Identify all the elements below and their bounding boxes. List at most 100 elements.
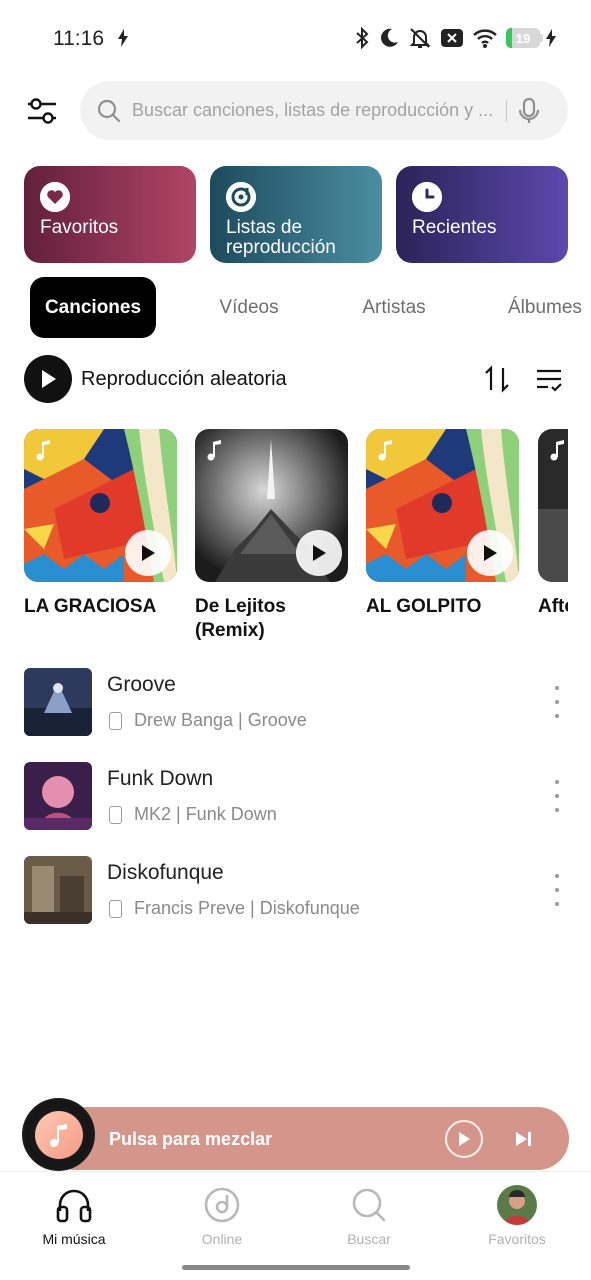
battery-level: 19 bbox=[515, 30, 531, 46]
local-file-icon bbox=[109, 899, 122, 918]
album-play-button[interactable] bbox=[467, 530, 513, 576]
song-thumbnail bbox=[24, 668, 92, 736]
status-bar: 11:16 19 bbox=[0, 0, 591, 80]
album-card[interactable]: AL GOLPITO bbox=[366, 429, 519, 619]
search-input[interactable] bbox=[132, 100, 502, 121]
album-card[interactable]: De Lejitos (Remix) bbox=[195, 429, 348, 643]
nav-label: Online bbox=[201, 1231, 243, 1247]
album-title: Afterparty bbox=[538, 596, 568, 617]
nav-label: Favoritos bbox=[488, 1231, 546, 1247]
song-row[interactable]: Funk Down MK2 | Funk Down bbox=[24, 762, 569, 830]
search-divider bbox=[506, 99, 507, 122]
song-subtitle: Francis Preve | Diskofunque bbox=[107, 898, 360, 919]
favorites-card[interactable]: Favoritos bbox=[24, 166, 196, 263]
sliders-icon bbox=[28, 98, 56, 124]
local-file-icon bbox=[109, 711, 122, 730]
disc-icon bbox=[202, 1185, 242, 1225]
playlist-disc-icon bbox=[226, 182, 256, 212]
mini-player-label: Pulsa para mezclar bbox=[109, 1129, 273, 1149]
song-row[interactable]: Groove Drew Banga | Groove bbox=[24, 668, 569, 736]
song-title: Funk Down bbox=[107, 767, 214, 790]
bell-off-icon bbox=[409, 28, 431, 48]
filter-settings-button[interactable] bbox=[22, 93, 62, 129]
search-icon bbox=[97, 99, 121, 122]
next-track-icon[interactable] bbox=[513, 1129, 535, 1149]
bottom-nav-divider bbox=[0, 1171, 591, 1172]
album-title: AL GOLPITO bbox=[366, 596, 482, 617]
no-sim-icon bbox=[441, 29, 463, 47]
recent-carousel: LA GRACIOSA De Lejitos (Remix) AL GOLPIT… bbox=[0, 429, 568, 649]
search-icon bbox=[349, 1185, 389, 1225]
music-note-icon bbox=[49, 1123, 67, 1147]
mini-player-disc[interactable] bbox=[22, 1098, 95, 1171]
list-select-icon[interactable] bbox=[534, 365, 564, 395]
more-options-icon[interactable] bbox=[547, 874, 567, 906]
mini-player-play-button[interactable] bbox=[445, 1120, 483, 1158]
album-cover[interactable] bbox=[195, 429, 348, 582]
tab-videos[interactable]: Vídeos bbox=[196, 277, 302, 338]
album-cover[interactable] bbox=[366, 429, 519, 582]
charging-bolt-icon bbox=[118, 29, 128, 47]
clock-icon bbox=[412, 182, 442, 212]
song-title: Diskofunque bbox=[107, 861, 224, 884]
avatar bbox=[497, 1185, 537, 1225]
recents-card[interactable]: Recientes bbox=[396, 166, 568, 263]
album-cover[interactable] bbox=[24, 429, 177, 582]
tab-albums[interactable]: Álbumes bbox=[490, 277, 591, 338]
album-play-button[interactable] bbox=[125, 530, 171, 576]
song-artist-album: MK2 | Funk Down bbox=[134, 804, 277, 824]
tab-songs[interactable]: Canciones bbox=[30, 277, 156, 338]
music-note-icon bbox=[378, 440, 392, 461]
music-note-icon bbox=[207, 440, 221, 461]
nav-favorites[interactable]: Favoritos bbox=[462, 1185, 572, 1247]
album-card[interactable]: LA GRACIOSA bbox=[24, 429, 177, 619]
more-options-icon[interactable] bbox=[547, 686, 567, 718]
song-artist-album: Francis Preve | Diskofunque bbox=[134, 898, 360, 918]
song-row[interactable]: Diskofunque Francis Preve | Diskofunque bbox=[24, 856, 569, 924]
nav-label: Mi música bbox=[42, 1231, 106, 1247]
tab-artists[interactable]: Artistas bbox=[340, 277, 448, 338]
shuffle-row: Reproducción aleatoria bbox=[24, 355, 569, 403]
shuffle-play-button[interactable] bbox=[24, 355, 72, 403]
play-icon bbox=[142, 545, 155, 561]
music-note-icon bbox=[550, 440, 564, 461]
microphone-icon[interactable] bbox=[515, 96, 543, 126]
category-tabs: Canciones Vídeos Artistas Álbumes bbox=[0, 277, 591, 338]
nav-online[interactable]: Online bbox=[167, 1185, 277, 1247]
playlists-label: Listas de reproducción bbox=[226, 217, 336, 258]
song-subtitle: Drew Banga | Groove bbox=[107, 710, 307, 731]
play-icon bbox=[484, 545, 497, 561]
nav-my-music[interactable]: Mi música bbox=[19, 1185, 129, 1247]
album-card[interactable]: Afterparty bbox=[538, 429, 568, 619]
song-thumbnail bbox=[24, 856, 92, 924]
favorites-label: Favoritos bbox=[40, 217, 119, 238]
music-note-icon bbox=[36, 440, 50, 461]
charging-bolt-icon bbox=[546, 29, 556, 47]
play-icon bbox=[459, 1132, 470, 1146]
album-play-button[interactable] bbox=[296, 530, 342, 576]
status-icons: 19 bbox=[354, 26, 543, 50]
song-artist-album: Drew Banga | Groove bbox=[134, 710, 307, 730]
battery-indicator: 19 bbox=[506, 28, 543, 48]
nav-label: Buscar bbox=[347, 1231, 391, 1247]
home-indicator bbox=[182, 1265, 410, 1270]
album-title: De Lejitos (Remix) bbox=[195, 596, 286, 641]
recents-label: Recientes bbox=[412, 217, 497, 238]
search-bar[interactable] bbox=[80, 81, 568, 140]
local-file-icon bbox=[109, 805, 122, 824]
headphones-icon bbox=[54, 1185, 94, 1225]
song-title: Groove bbox=[107, 673, 176, 696]
album-title: LA GRACIOSA bbox=[24, 596, 157, 617]
shuffle-label[interactable]: Reproducción aleatoria bbox=[81, 368, 287, 391]
sort-icon[interactable] bbox=[482, 364, 512, 394]
playlists-card[interactable]: Listas de reproducción bbox=[210, 166, 382, 263]
moon-icon bbox=[381, 28, 398, 47]
nav-search[interactable]: Buscar bbox=[314, 1185, 424, 1247]
play-icon bbox=[313, 545, 326, 561]
album-cover[interactable] bbox=[538, 429, 568, 582]
wifi-icon bbox=[473, 29, 497, 48]
more-options-icon[interactable] bbox=[547, 780, 567, 812]
play-icon bbox=[42, 370, 56, 388]
status-time: 11:16 bbox=[53, 27, 104, 50]
bluetooth-icon bbox=[356, 26, 369, 50]
